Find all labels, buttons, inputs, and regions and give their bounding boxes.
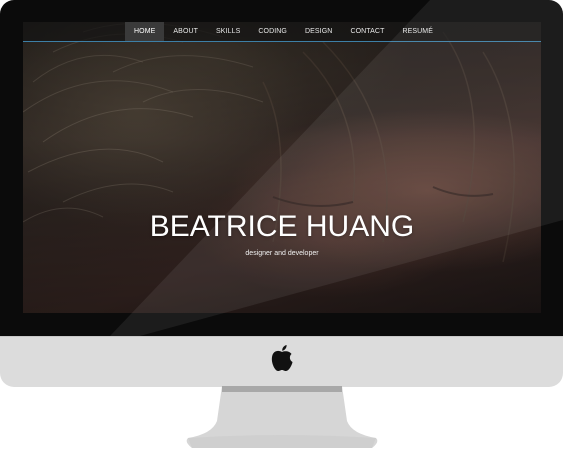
nav-item-skills[interactable]: SKILLS — [207, 22, 249, 41]
nav-item-design[interactable]: DESIGN — [296, 22, 341, 41]
hero-subtitle: designer and developer — [245, 250, 319, 257]
apple-logo-icon — [271, 345, 293, 371]
nav-item-coding[interactable]: CODING — [249, 22, 296, 41]
hero-title: BEATRICE HUANG — [149, 210, 415, 243]
top-navigation: HOME ABOUT SKILLS CODING DESIGN CONTACT … — [23, 22, 541, 42]
nav-item-about[interactable]: ABOUT — [164, 22, 207, 41]
nav-item-contact[interactable]: CONTACT — [341, 22, 393, 41]
website-screen: HOME ABOUT SKILLS CODING DESIGN CONTACT … — [23, 22, 541, 313]
monitor-stand — [186, 386, 378, 448]
nav-list: HOME ABOUT SKILLS CODING DESIGN CONTACT … — [125, 22, 442, 41]
image-overlay — [23, 22, 541, 313]
imac-mockup: HOME ABOUT SKILLS CODING DESIGN CONTACT … — [0, 0, 563, 449]
nav-item-home[interactable]: HOME — [125, 22, 165, 41]
nav-item-resume[interactable]: RESUMÉ — [393, 22, 442, 41]
